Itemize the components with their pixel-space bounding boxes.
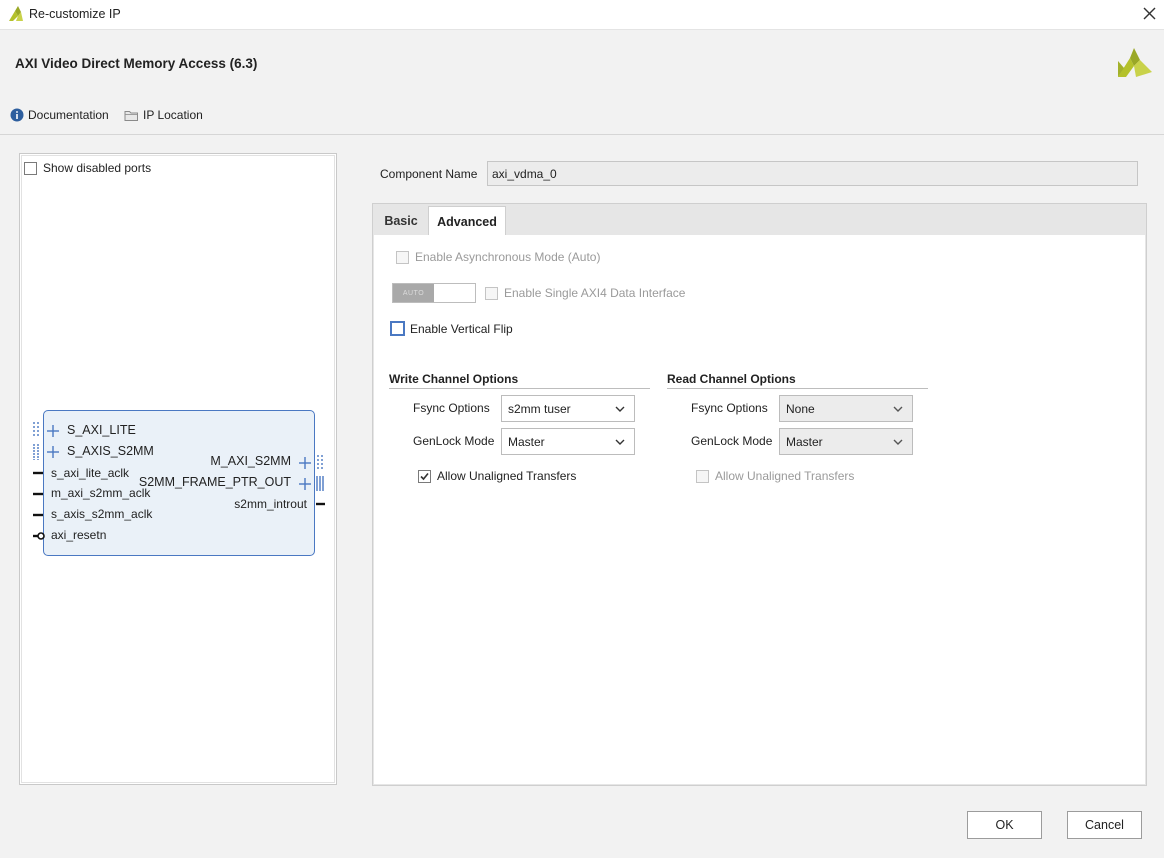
async-mode-label: Enable Asynchronous Mode (Auto) xyxy=(415,250,601,264)
info-icon xyxy=(10,108,24,122)
show-disabled-ports-label: Show disabled ports xyxy=(43,161,152,175)
auto-toggle-switch[interactable]: AUTO xyxy=(392,283,476,303)
write-channel-divider xyxy=(389,388,650,389)
vertical-flip-label: Enable Vertical Flip xyxy=(410,321,513,336)
ip-location-link[interactable]: IP Location xyxy=(124,107,203,123)
read-genlock-label: GenLock Mode xyxy=(691,434,773,448)
component-name-input[interactable] xyxy=(487,161,1138,186)
ip-location-label: IP Location xyxy=(143,108,203,122)
write-channel-title: Write Channel Options xyxy=(389,372,519,386)
port-m-axi-s2mm-aclk: m_axi_s2mm_aclk xyxy=(51,486,151,500)
ok-button[interactable]: OK xyxy=(967,811,1042,839)
read-channel-title: Read Channel Options xyxy=(667,372,796,386)
write-fsync-label: Fsync Options xyxy=(413,401,490,415)
xilinx-logo-icon xyxy=(1118,48,1152,77)
close-icon[interactable] xyxy=(1138,4,1160,24)
write-fsync-select[interactable]: s2mm tuser xyxy=(501,395,635,422)
ip-title: AXI Video Direct Memory Access (6.3) xyxy=(15,56,258,71)
documentation-label: Documentation xyxy=(28,108,109,122)
port-m-axi-s2mm: M_AXI_S2MM xyxy=(210,454,291,468)
port-s2mm-introut: s2mm_introut xyxy=(234,497,307,511)
tab-basic[interactable]: Basic xyxy=(374,206,428,236)
write-genlock-value: Master xyxy=(508,434,545,449)
write-genlock-label: GenLock Mode xyxy=(413,434,495,448)
write-fsync-value: s2mm tuser xyxy=(508,401,571,416)
tab-advanced[interactable]: Advanced xyxy=(428,206,506,236)
port-s-axis-s2mm: S_AXIS_S2MM xyxy=(67,444,154,458)
vertical-flip-checkbox[interactable]: Enable Vertical Flip xyxy=(390,321,513,336)
checkbox-box[interactable] xyxy=(24,161,37,175)
port-s2mm-frame-ptr-out: S2MM_FRAME_PTR_OUT xyxy=(138,475,291,489)
read-unaligned-checkbox[interactable]: Allow Unaligned Transfers xyxy=(696,469,854,483)
port-s-axis-s2mm-aclk: s_axis_s2mm_aclk xyxy=(51,507,153,521)
chevron-down-icon xyxy=(893,439,903,445)
write-genlock-select[interactable]: Master xyxy=(501,428,635,455)
async-mode-checkbox[interactable]: Enable Asynchronous Mode (Auto) xyxy=(396,250,600,264)
port-axi-resetn: axi_resetn xyxy=(51,528,107,542)
checkbox-box[interactable] xyxy=(696,469,709,483)
read-fsync-value: None xyxy=(786,401,815,416)
app-logo-icon xyxy=(9,6,23,21)
checkbox-box[interactable] xyxy=(396,250,409,264)
read-unaligned-label: Allow Unaligned Transfers xyxy=(715,469,855,483)
read-channel-divider xyxy=(667,388,928,389)
chevron-down-icon xyxy=(893,406,903,412)
advanced-tab-content xyxy=(374,235,1145,784)
title-bar xyxy=(0,0,1164,30)
component-name-label: Component Name xyxy=(380,167,478,181)
read-genlock-select[interactable]: Master xyxy=(779,428,913,455)
cancel-button[interactable]: Cancel xyxy=(1067,811,1142,839)
checkbox-box[interactable] xyxy=(418,469,431,483)
chevron-down-icon xyxy=(615,439,625,445)
read-genlock-value: Master xyxy=(786,434,823,449)
port-s-axi-lite: S_AXI_LITE xyxy=(67,423,136,437)
read-fsync-label: Fsync Options xyxy=(691,401,768,415)
single-axi4-label: Enable Single AXI4 Data Interface xyxy=(504,286,686,300)
read-fsync-select[interactable]: None xyxy=(779,395,913,422)
auto-toggle-knob: AUTO xyxy=(393,284,434,302)
window-title: Re-customize IP xyxy=(29,7,121,21)
write-unaligned-checkbox[interactable]: Allow Unaligned Transfers xyxy=(418,469,576,483)
folder-icon xyxy=(124,110,138,121)
show-disabled-ports-checkbox[interactable]: Show disabled ports xyxy=(24,161,151,175)
single-axi4-checkbox[interactable]: Enable Single AXI4 Data Interface xyxy=(485,286,685,300)
write-unaligned-label: Allow Unaligned Transfers xyxy=(437,469,577,483)
checkbox-box[interactable] xyxy=(390,321,405,336)
checkmark-icon xyxy=(420,472,429,480)
documentation-link[interactable]: Documentation xyxy=(10,107,109,123)
checkbox-box[interactable] xyxy=(485,286,498,300)
port-s-axi-lite-aclk: s_axi_lite_aclk xyxy=(51,466,130,480)
chevron-down-icon xyxy=(615,406,625,412)
